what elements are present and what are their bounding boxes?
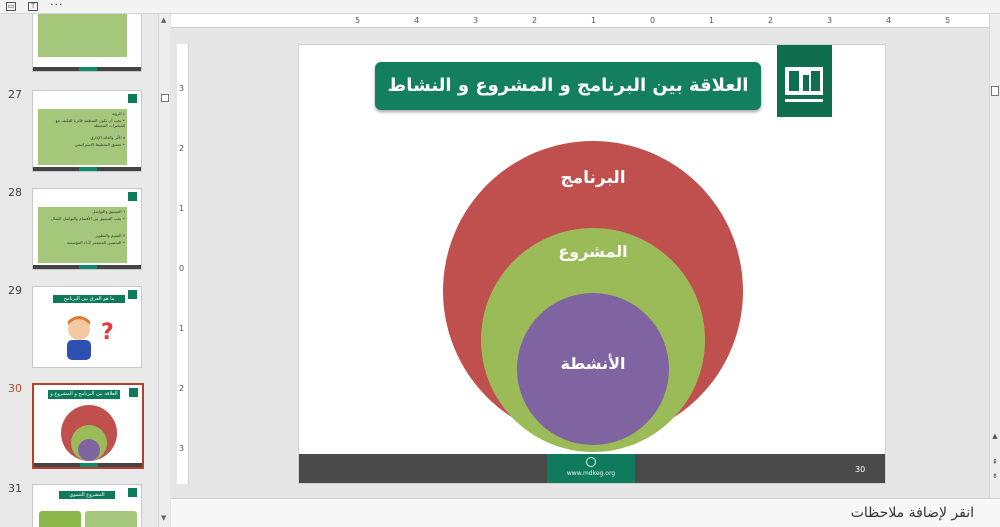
thumb-text: • يجب أن تكون المنظمة قادرة للتكيف مع ال… [55,118,125,128]
ruler-tick: 0 [179,264,185,273]
slide-number: 28 [8,186,22,199]
scroll-thumb[interactable] [991,86,999,96]
previous-slide-icon[interactable]: ⇞ [990,458,1000,466]
logo-icon [128,192,137,201]
thumb-text: ٥ الأثر والعائد الإداري [90,135,125,140]
slide-thumbnail-pane: 27 ٤ الرؤية • يجب أن تكون المنظمة قادرة … [0,14,158,527]
slide-canvas[interactable]: البرنامج المشروع الأنشطة العلاقة بين الب… [298,44,886,484]
slide-footer: www.mdkeg.org 30 [299,454,885,483]
svg-text:?: ? [101,320,114,345]
thumb-text: ٦ التنسيق والتواصل [92,209,125,214]
thumb-text: • تحقيق التخطيط الاستراتيجي [74,142,125,147]
ruler-tick: 4 [414,16,420,25]
ruler-tick: 2 [179,384,185,393]
organization-logo [777,45,832,117]
slide-thumbnail-26[interactable] [32,14,142,72]
more-options-icon[interactable]: ··· [50,0,64,11]
ruler-tick: 3 [179,84,185,93]
scroll-up-icon[interactable]: ▲ [990,432,1000,440]
program-label: البرنامج [560,168,625,188]
footer-center-block: www.mdkeg.org [547,454,635,483]
globe-icon [586,457,596,467]
ruler-tick: 5 [355,16,361,25]
ruler-tick: 4 [886,16,892,25]
thumb-title: ما هو الفرق بين البرنامج والمشروع ؟ [53,295,125,310]
thumb-text: • يجب التنسيق بين الأقسام والتواصل الفعا… [51,216,125,221]
slide-thumbnail-30[interactable]: العلاقة بين البرنامج و المشروع و النشاط [32,383,144,469]
ruler-tick: 1 [591,16,597,25]
layout-icon[interactable]: ⊤ [28,2,38,11]
confused-person-icon: ? [67,316,114,360]
footer-url: www.mdkeg.org [566,470,616,477]
ruler-tick: 5 [945,16,951,25]
editor-scrollbar[interactable]: ▲ ⇞ ⇟ [989,14,1000,498]
logo-icon [128,290,137,299]
logo-icon [785,67,823,102]
ruler-tick: 0 [650,16,656,25]
thumb-title: المشروع التنموي [59,491,115,499]
thumbnail-scrollbar[interactable]: ▲ ▼ [158,14,170,527]
slide-number: 29 [8,284,22,297]
slide-thumbnail-28[interactable]: ٦ التنسيق والتواصل • يجب التنسيق بين الأ… [32,188,142,270]
slide-icon[interactable]: ▭ [6,2,16,11]
ruler-tick: 2 [532,16,538,25]
notes-pane[interactable]: انقر لإضافة ملاحظات [171,498,1000,527]
scroll-thumb[interactable] [161,94,169,102]
logo-icon [128,94,137,103]
slide-number: 30 [855,465,866,474]
slide-thumbnail-29[interactable]: ما هو الفرق بين البرنامج والمشروع ؟ ? [32,286,142,368]
slide-thumbnail-31[interactable]: المشروع التنموي [32,484,142,527]
ruler-tick: 3 [473,16,479,25]
project-label: المشروع [558,242,627,261]
ruler-tick: 1 [179,324,185,333]
notes-placeholder[interactable]: انقر لإضافة ملاحظات [851,505,974,521]
thumb-circles [61,405,117,461]
slide-thumbnail-27[interactable]: ٤ الرؤية • يجب أن تكون المنظمة قادرة للت… [32,90,142,172]
ruler-tick: 2 [179,144,185,153]
logo-icon [129,388,138,397]
ruler-tick: 1 [179,204,185,213]
ruler-tick: 2 [768,16,774,25]
activities-label: الأنشطة [561,354,626,373]
top-toolbar: ▭ ⊤ ··· [0,0,1000,14]
ruler-tick: 3 [179,444,185,453]
thumb-text: ٤ الرؤية [111,111,125,116]
horizontal-ruler: 5 4 3 2 1 0 1 2 3 4 5 [171,14,989,28]
logo-icon [128,488,137,497]
thumb-text: ٧ التقييم والتطوير [95,233,125,238]
thumb-title: العلاقة بين البرنامج و المشروع و النشاط [48,390,120,405]
next-slide-icon[interactable]: ⇟ [990,472,1000,480]
ruler-tick: 1 [709,16,715,25]
slide-number: 31 [8,482,22,495]
thumb-text: • التحسين المستمر لأداء المؤسسة [66,240,125,245]
slide-number: 30 [8,382,22,395]
slide-title[interactable]: العلاقة بين البرنامج و المشروع و النشاط [375,62,761,110]
ruler-tick: 3 [827,16,833,25]
vertical-ruler: 3 2 1 0 1 2 3 [177,44,189,484]
slide-number: 27 [8,88,22,101]
